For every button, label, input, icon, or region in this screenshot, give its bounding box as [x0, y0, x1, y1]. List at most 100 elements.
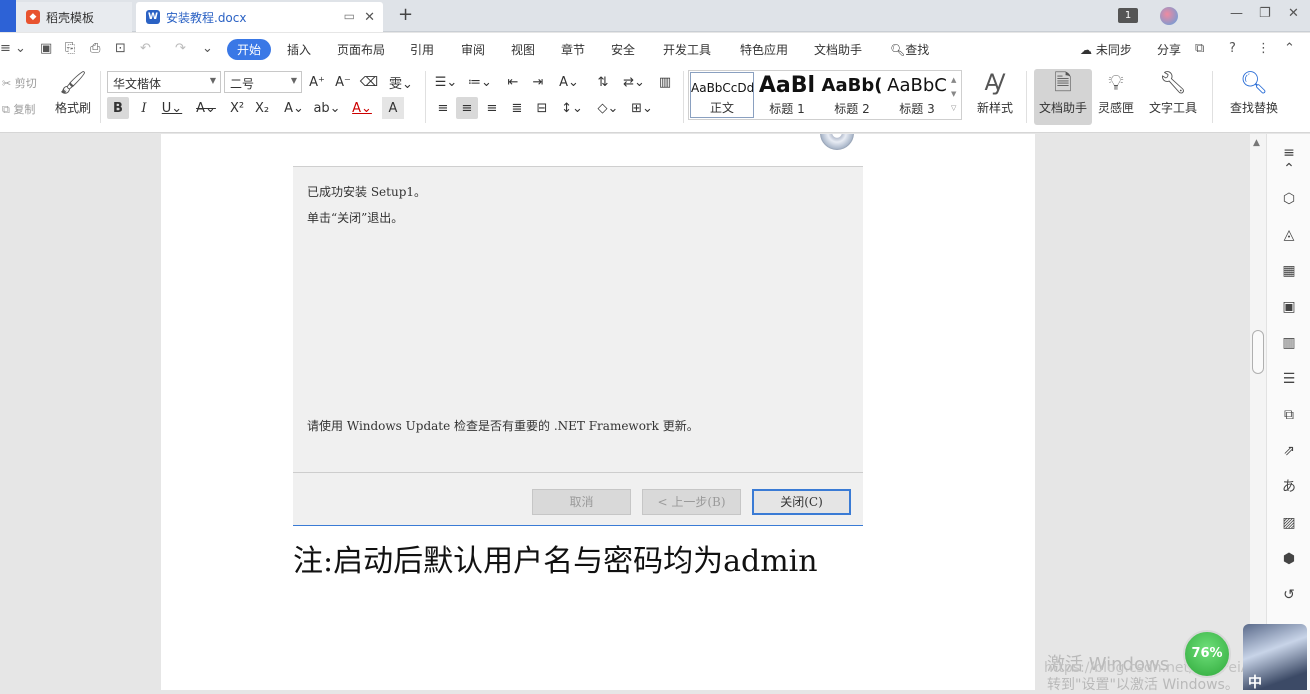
share-out-icon[interactable]: ⇗ [1280, 442, 1298, 460]
tab-security[interactable]: 安全 [611, 41, 635, 58]
decrease-indent-icon[interactable]: ⇤ [502, 71, 524, 93]
ime-indicator[interactable]: 中 [1248, 672, 1262, 692]
save-icon[interactable]: ▣ [40, 41, 52, 56]
format-painter-button[interactable]: 🖌︎ 格式刷 [54, 69, 92, 116]
redo-icon[interactable]: ↷ [175, 41, 186, 56]
char-spacing-icon[interactable]: A⌄ [555, 71, 583, 93]
justify-icon[interactable]: ≣ [506, 97, 528, 119]
tab-references[interactable]: 引用 [410, 41, 434, 58]
comment-icon[interactable]: ⧉ [1195, 41, 1204, 56]
share-button[interactable]: 分享 [1157, 41, 1181, 58]
shield-icon[interactable]: ⬢ [1280, 550, 1298, 568]
char-shading-icon[interactable]: A [382, 97, 404, 119]
history-icon[interactable]: ↺ [1280, 586, 1298, 604]
chart-icon[interactable]: ▥ [1280, 334, 1298, 352]
window-close-icon[interactable]: ✕ [1288, 6, 1299, 21]
font-size-select[interactable]: 二号 ▼ [224, 71, 302, 93]
minimize-icon[interactable]: — [1230, 6, 1243, 21]
shading-icon[interactable]: ◇⌄ [594, 97, 622, 119]
tab-doc-assistant[interactable]: 文档助手 [814, 41, 862, 58]
app-home-button[interactable] [0, 0, 16, 32]
line-spacing-icon[interactable]: ↕⌄ [558, 97, 586, 119]
collapse-ribbon-icon[interactable]: ⌃ [1284, 41, 1295, 56]
inspiration-button[interactable]: 💡︎ 灵感匣 [1096, 69, 1136, 116]
print-preview-icon[interactable]: ⊡ [115, 41, 126, 56]
clear-format-icon[interactable]: ⌫ [358, 71, 380, 93]
cut-button[interactable]: ✂ 剪切 [2, 75, 37, 91]
doc-assistant-button[interactable]: 🗎︎ 文档助手 [1034, 69, 1092, 125]
shrink-font-icon[interactable]: A⁻ [332, 71, 354, 93]
tab-docer-templates[interactable]: ◆ 稻壳模板 [16, 2, 132, 32]
italic-icon[interactable]: I [133, 97, 155, 119]
scroll-up-icon[interactable]: ▲ [1253, 138, 1260, 148]
subscript-icon[interactable]: X₂ [251, 97, 273, 119]
columns-icon[interactable]: ▥ [654, 71, 676, 93]
apps-grid-icon[interactable]: ▣ [1280, 298, 1298, 316]
settings-sliders-icon[interactable]: ☰ [1280, 370, 1298, 388]
window-icon[interactable]: ▭ [344, 9, 355, 23]
new-tab-button[interactable]: + [398, 4, 413, 25]
tab-special-apps[interactable]: 特色应用 [740, 41, 788, 58]
font-name-select[interactable]: 华文楷体 ▼ [107, 71, 221, 93]
vertical-scrollbar[interactable]: ▲ [1250, 134, 1266, 690]
print-icon[interactable]: ⎙ [90, 41, 100, 56]
performance-widget[interactable]: 76% [1183, 630, 1231, 678]
tab-page-layout[interactable]: 页面布局 [337, 41, 385, 58]
distribute-icon[interactable]: ⊟ [531, 97, 553, 119]
text-tools-button[interactable]: 🔧︎ 文字工具 [1143, 69, 1203, 116]
font-color-icon[interactable]: A⌄ [348, 97, 376, 119]
chevron-up-icon[interactable]: ⌃ [1280, 160, 1298, 178]
highlight-icon[interactable]: ab⌄ [313, 97, 341, 119]
style-heading-1[interactable]: AaBl 标题 1 [755, 72, 819, 118]
more-icon[interactable]: ⋮ [1257, 41, 1270, 56]
sync-button[interactable]: ☁ 未同步 [1080, 41, 1132, 58]
tab-view[interactable]: 视图 [511, 41, 535, 58]
table-icon[interactable]: ▦ [1280, 262, 1298, 280]
find-replace-button[interactable]: 🔍︎ 查找替换 [1222, 69, 1286, 116]
chevron-down-icon[interactable]: ⌄ [202, 41, 213, 56]
document-page[interactable]: 已成功安装 Setup1。 单击“关闭”退出。 请使用 Windows Upda… [161, 134, 1035, 690]
increase-indent-icon[interactable]: ⇥ [527, 71, 549, 93]
border-icon[interactable]: ⊞⌄ [628, 97, 656, 119]
text-effect-icon[interactable]: A⌄ [280, 97, 308, 119]
window-count-badge[interactable]: 1 [1118, 8, 1138, 23]
align-center-icon[interactable]: ≡ [456, 97, 478, 119]
tab-section[interactable]: 章节 [561, 41, 585, 58]
align-right-icon[interactable]: ≡ [481, 97, 503, 119]
scroll-thumb[interactable] [1252, 330, 1264, 374]
shapes-icon[interactable]: ⬡ [1280, 190, 1298, 208]
line-break-icon[interactable]: ⇄⌄ [620, 71, 648, 93]
numbered-list-icon[interactable]: ≔⌄ [466, 71, 494, 93]
layers-icon[interactable]: ◬ [1280, 226, 1298, 244]
underline-icon[interactable]: U⌄ [158, 97, 186, 119]
tab-document[interactable]: W 安装教程.docx ▭ ✕ [136, 2, 383, 32]
tab-developer[interactable]: 开发工具 [663, 41, 711, 58]
close-icon[interactable]: ✕ [364, 10, 375, 25]
new-style-button[interactable]: Ꜽ 新样式 [970, 69, 1020, 116]
align-left-icon[interactable]: ≡ [432, 97, 454, 119]
strikethrough-icon[interactable]: A⌄ [192, 97, 220, 119]
search-button[interactable]: 🔍︎查找 [890, 41, 929, 58]
translate-icon[interactable]: あ [1280, 478, 1298, 496]
bold-icon[interactable]: B [107, 97, 129, 119]
help-icon[interactable]: ? [1229, 41, 1236, 56]
bullet-list-icon[interactable]: ☰⌄ [432, 71, 460, 93]
tab-home[interactable]: 开始 [227, 39, 272, 60]
undo-icon[interactable]: ↶ [140, 41, 151, 56]
style-normal[interactable]: AaBbCcDd 正文 [690, 72, 754, 118]
style-heading-2[interactable]: AaBb( 标题 2 [820, 72, 884, 118]
grow-font-icon[interactable]: A⁺ [306, 71, 328, 93]
image-icon[interactable]: ▨ [1280, 514, 1298, 532]
pinyin-icon[interactable]: 雯⌄ [386, 71, 416, 93]
copy-button[interactable]: ⧉ 复制 [2, 101, 35, 117]
style-heading-3[interactable]: AaBbC 标题 3 [885, 72, 949, 118]
gallery-scroll[interactable]: ▲ ▼ ▽ [951, 73, 956, 115]
sort-icon[interactable]: ⇅ [592, 71, 614, 93]
avatar[interactable] [1160, 7, 1178, 25]
superscript-icon[interactable]: X² [226, 97, 248, 119]
tab-review[interactable]: 审阅 [461, 41, 485, 58]
restore-icon[interactable]: ❐ [1259, 6, 1271, 21]
export-icon[interactable]: ⎘ [65, 41, 75, 56]
gallery-icon[interactable]: ⧉ [1280, 406, 1298, 424]
tab-insert[interactable]: 插入 [287, 41, 311, 58]
